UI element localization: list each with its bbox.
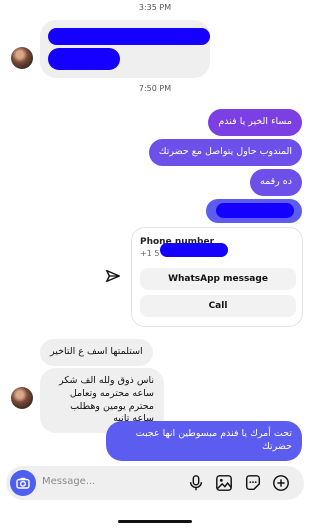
redacted-incoming-message [40,20,210,78]
timestamp-top: 3:35 PM [138,3,172,12]
outgoing-message[interactable]: المندوب حاول يتواصل مع حضرتك [148,139,302,166]
whatsapp-message-button[interactable]: WhatsApp message [140,268,296,290]
camera-button[interactable] [10,470,36,496]
incoming-message[interactable]: استلمتها اسف ع التاخير [40,339,153,366]
card-number: +1 5 [140,249,160,258]
contact-avatar[interactable] [11,387,33,409]
outgoing-message[interactable]: ده رقمه [250,169,302,196]
sticker-icon[interactable] [244,474,262,492]
outgoing-message[interactable]: تحت أمرك يا فندم مبسوطين انها عجبت حضرتك [106,421,302,461]
gallery-icon[interactable] [215,474,233,492]
home-indicator [118,520,192,523]
camera-icon [16,477,30,489]
redaction-mark [216,203,294,218]
plus-icon[interactable] [272,474,290,492]
share-icon[interactable] [104,267,122,285]
call-button[interactable]: Call [140,295,296,317]
outgoing-redacted-message[interactable] [206,199,302,223]
timestamp-middle: 7:50 PM [138,84,172,93]
mic-icon[interactable] [187,474,205,492]
redaction-mark [48,48,120,70]
contact-card: Phone number +1 5 WhatsApp message Call [131,227,303,327]
message-composer: Message... [6,466,304,500]
redaction-mark [160,243,228,257]
outgoing-message[interactable]: مساء الخير يا فندم [208,109,302,136]
contact-avatar[interactable] [11,47,33,69]
message-input[interactable]: Message... [42,476,95,487]
redaction-mark [48,28,210,45]
